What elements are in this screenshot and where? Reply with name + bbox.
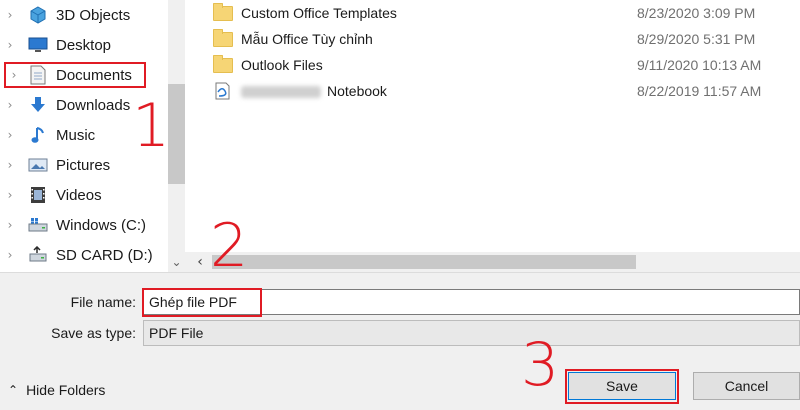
hide-folders-button[interactable]: ⌃ Hide Folders (8, 382, 105, 398)
file-name: Outlook Files (241, 57, 323, 73)
file-name: Mẫu Office Tùy chỉnh (241, 31, 373, 47)
chevron-right-icon[interactable]: › (0, 98, 20, 112)
nav-label: Pictures (56, 156, 111, 174)
horizontal-scrollbar-thumb[interactable] (212, 255, 636, 269)
videos-icon (28, 185, 48, 205)
cancel-button[interactable]: Cancel (693, 372, 800, 400)
nav-item-documents[interactable]: › Documents (4, 62, 146, 88)
hide-folders-label: Hide Folders (26, 382, 106, 398)
file-name: Notebook (241, 83, 646, 99)
chevron-right-icon[interactable]: › (0, 128, 20, 142)
step-number-3: 3 (521, 330, 560, 400)
save-as-type-select[interactable]: PDF File (143, 320, 800, 346)
3d-objects-icon (28, 5, 48, 25)
file-date: 8/22/2019 11:57 AM (637, 83, 762, 99)
chevron-right-icon[interactable]: › (0, 38, 20, 52)
file-name-label: File name: (70, 294, 136, 310)
chevron-up-icon: ⌃ (8, 383, 19, 397)
nav-label: Windows (C:) (56, 216, 147, 234)
save-as-type-label: Save as type: (51, 325, 136, 341)
file-row[interactable]: Custom Office Templates 8/23/2020 3:09 P… (205, 0, 800, 26)
folder-icon (213, 28, 235, 48)
chevron-right-icon[interactable]: › (6, 68, 22, 82)
folder-icon (213, 2, 235, 22)
nav-item-3d-objects[interactable]: › 3D Objects (0, 0, 168, 30)
nav-item-videos[interactable]: › Videos (0, 180, 168, 210)
drive-icon (28, 215, 48, 235)
nav-item-desktop[interactable]: › Desktop (0, 30, 168, 60)
nav-label: Downloads (56, 96, 131, 114)
file-name: Custom Office Templates (241, 5, 397, 21)
file-row[interactable]: Notebook 8/22/2019 11:57 AM (205, 78, 800, 104)
chevron-right-icon[interactable]: › (0, 8, 20, 22)
nav-label: Videos (56, 186, 102, 204)
music-icon (28, 125, 48, 145)
step-number-2: 2 (210, 211, 249, 281)
sd-card-icon (28, 245, 48, 265)
nav-item-windows-c[interactable]: › Windows (C:) (0, 210, 168, 240)
nav-label: SD CARD (D:) (56, 246, 153, 264)
nav-label: Desktop (56, 36, 112, 54)
nav-label: Music (56, 126, 96, 144)
chevron-right-icon[interactable]: › (0, 218, 20, 232)
downloads-icon (28, 95, 48, 115)
nav-label: Documents (56, 66, 132, 84)
file-date: 8/23/2020 3:09 PM (637, 5, 756, 21)
file-row[interactable]: Outlook Files 9/11/2020 10:13 AM (205, 52, 800, 78)
nav-label: 3D Objects (56, 6, 131, 24)
chevron-right-icon[interactable]: › (0, 248, 20, 262)
desktop-icon (28, 35, 48, 55)
pictures-icon (28, 155, 48, 175)
notebook-icon (213, 82, 235, 100)
nav-scrollbar-thumb[interactable] (168, 84, 185, 184)
file-date: 8/29/2020 5:31 PM (637, 31, 756, 47)
chevron-right-icon[interactable]: › (0, 188, 20, 202)
file-row[interactable]: Mẫu Office Tùy chỉnh 8/29/2020 5:31 PM (205, 26, 800, 52)
file-date: 9/11/2020 10:13 AM (637, 57, 762, 73)
chevron-right-icon[interactable]: › (0, 158, 20, 172)
file-name-highlight (142, 288, 262, 317)
save-button-highlight (565, 369, 679, 404)
scroll-left-icon[interactable]: ‹ (190, 252, 210, 272)
scroll-down-icon[interactable]: ⌄ (168, 252, 185, 272)
redacted-text (241, 86, 321, 99)
nav-item-sd-card-d[interactable]: › SD CARD (D:) (0, 240, 168, 270)
step-number-1: 1 (132, 91, 171, 161)
documents-icon (28, 65, 48, 85)
folder-icon (213, 54, 235, 74)
